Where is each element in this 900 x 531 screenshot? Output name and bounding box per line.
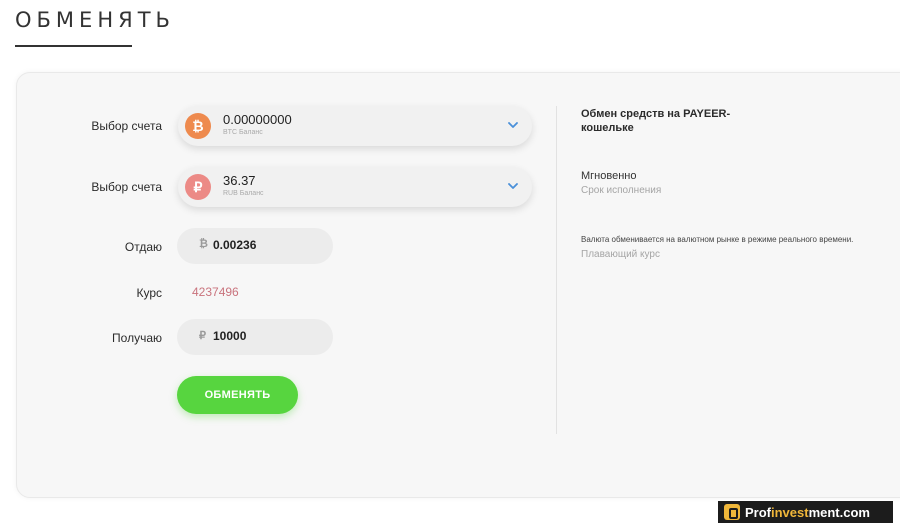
receive-amount-value: 10000 (213, 329, 247, 343)
to-account-amount: 36.37 (223, 173, 256, 188)
receive-label: Получаю (112, 331, 162, 345)
from-account-select[interactable]: ₿ 0.00000000 BTC Баланс (178, 106, 532, 146)
lock-icon (724, 504, 740, 520)
exchange-button[interactable]: ОБМЕНЯТЬ (177, 376, 298, 414)
page-title: ОБМЕНЯТЬ (15, 8, 175, 32)
to-account-select[interactable]: ₽ 36.37 RUB Баланс (178, 167, 532, 207)
from-account-amount: 0.00000000 (223, 112, 292, 127)
chevron-down-icon (508, 183, 518, 189)
account-label-to: Выбор счета (91, 180, 162, 194)
ruble-icon: ₽ (185, 174, 211, 200)
give-label: Отдаю (124, 240, 162, 254)
watermark-text: Profinvestment.com (745, 504, 870, 520)
divider (556, 106, 557, 434)
bitcoin-icon: ₿ (199, 238, 208, 250)
rate-value: 4237496 (192, 285, 239, 299)
give-amount-field[interactable]: ₿ 0.00236 (177, 228, 333, 264)
receive-amount-field[interactable]: ₽ 10000 (177, 319, 333, 355)
info-title: Обмен средств на PAYEER-кошельке (581, 108, 731, 134)
speed-label: Срок исполнения (581, 185, 662, 196)
rate-type: Плавающий курс (581, 249, 660, 260)
give-amount-value: 0.00236 (213, 238, 257, 252)
bitcoin-icon: ₿ (185, 113, 211, 139)
speed-value: Мгновенно (581, 170, 637, 182)
watermark: Profinvestment.com (718, 501, 893, 523)
account-label-from: Выбор счета (91, 119, 162, 133)
from-account-subtitle: BTC Баланс (223, 129, 263, 136)
ruble-icon: ₽ (199, 330, 206, 342)
title-underline (15, 45, 132, 47)
chevron-down-icon (508, 122, 518, 128)
rate-label: Курс (136, 286, 162, 300)
rate-note: Валюта обменивается на валютном рынке в … (581, 235, 854, 244)
to-account-subtitle: RUB Баланс (223, 190, 264, 197)
